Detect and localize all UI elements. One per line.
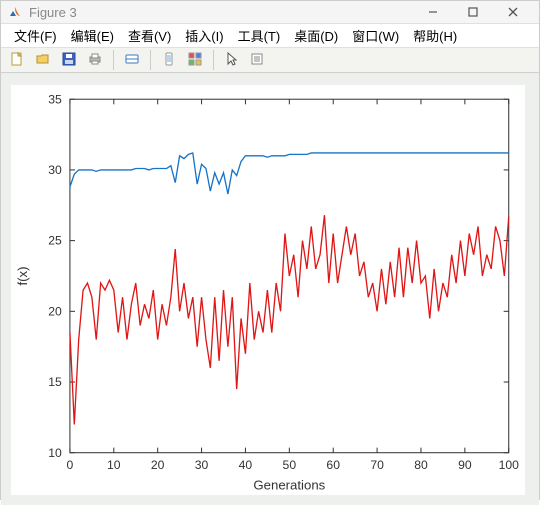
svg-text:90: 90 [458, 458, 472, 472]
open-button[interactable] [31, 48, 55, 72]
titlebar: Figure 3 [1, 1, 539, 24]
svg-text:Generations: Generations [253, 477, 325, 492]
svg-text:30: 30 [195, 458, 209, 472]
svg-text:10: 10 [48, 446, 62, 460]
palette-button[interactable] [183, 48, 207, 72]
menu-insert[interactable]: 插入(I) [178, 24, 230, 47]
svg-text:25: 25 [48, 234, 62, 248]
svg-text:f(x): f(x) [15, 266, 30, 285]
menu-desktop[interactable]: 桌面(D) [287, 24, 345, 47]
svg-text:40: 40 [239, 458, 253, 472]
svg-text:100: 100 [499, 458, 520, 472]
menu-tools[interactable]: 工具(T) [231, 24, 288, 47]
toolbar-sep-1 [113, 50, 114, 70]
save-button[interactable] [57, 48, 81, 72]
svg-text:30: 30 [48, 163, 62, 177]
svg-text:80: 80 [414, 458, 428, 472]
window-title: Figure 3 [29, 5, 413, 20]
pointer-button[interactable] [220, 48, 244, 72]
link-icon [124, 51, 140, 70]
minimize-button[interactable] [413, 1, 453, 23]
svg-text:20: 20 [151, 458, 165, 472]
close-button[interactable] [493, 1, 533, 23]
plot-area: 0 10 20 30 40 50 60 70 80 90 100 10 15 20 25 30 35 Genera… [1, 73, 539, 505]
inspect-icon [250, 51, 266, 70]
new-file-icon [9, 51, 25, 70]
svg-text:10: 10 [107, 458, 121, 472]
pointer-icon [224, 51, 240, 70]
palette-icon [187, 51, 203, 70]
link-button[interactable] [120, 48, 144, 72]
menu-window[interactable]: 窗口(W) [345, 24, 406, 47]
matlab-icon [7, 4, 23, 20]
svg-text:0: 0 [67, 458, 74, 472]
save-icon [61, 51, 77, 70]
axes[interactable]: 0 10 20 30 40 50 60 70 80 90 100 10 15 20 25 30 35 Genera… [11, 85, 525, 495]
maximize-button[interactable] [453, 1, 493, 23]
menu-file[interactable]: 文件(F) [7, 24, 64, 47]
svg-text:20: 20 [48, 304, 62, 318]
print-icon [87, 51, 103, 70]
menu-view[interactable]: 查看(V) [121, 24, 178, 47]
toolbar-sep-3 [213, 50, 214, 70]
inspect-button[interactable] [246, 48, 270, 72]
folder-open-icon [35, 51, 51, 70]
svg-text:60: 60 [326, 458, 340, 472]
svg-text:35: 35 [48, 92, 62, 106]
phone-icon [162, 51, 176, 70]
svg-text:70: 70 [370, 458, 384, 472]
svg-text:50: 50 [283, 458, 297, 472]
menu-help[interactable]: 帮助(H) [406, 24, 464, 47]
toolbar-sep-2 [150, 50, 151, 70]
menubar: 文件(F) 编辑(E) 查看(V) 插入(I) 工具(T) 桌面(D) 窗口(W… [1, 24, 539, 48]
phone-button[interactable] [157, 48, 181, 72]
svg-text:15: 15 [48, 375, 62, 389]
chart-svg: 0 10 20 30 40 50 60 70 80 90 100 10 15 20 25 30 35 Genera… [11, 85, 525, 495]
print-button[interactable] [83, 48, 107, 72]
figure-window: Figure 3 文件(F) 编辑(E) 查看(V) 插入(I) 工具(T) 桌… [0, 0, 540, 500]
menu-edit[interactable]: 编辑(E) [64, 24, 121, 47]
toolbar [1, 48, 539, 73]
new-figure-button[interactable] [5, 48, 29, 72]
